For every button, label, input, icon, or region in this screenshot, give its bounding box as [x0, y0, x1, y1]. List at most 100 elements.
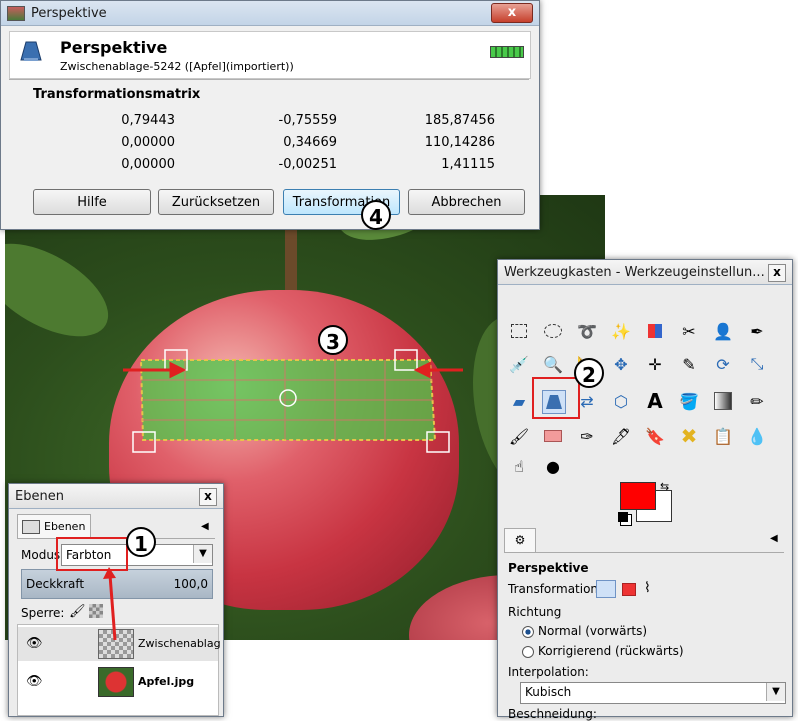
- mode-label: Modus: [21, 548, 61, 562]
- direction-corrective-radio[interactable]: [522, 646, 534, 658]
- shear-icon[interactable]: ▰: [508, 390, 530, 412]
- annotation-marker-4: 4: [361, 200, 391, 230]
- zoom-icon[interactable]: 🔍: [542, 353, 564, 375]
- matrix-cell: 0,00000: [121, 135, 175, 150]
- annotation-marker-3: 3: [318, 325, 348, 355]
- direction-normal-radio[interactable]: [522, 626, 534, 638]
- perspective-clone-icon[interactable]: 📋: [712, 425, 734, 447]
- dialog-heading: Perspektive: [60, 38, 168, 57]
- layers-tab-icon: [22, 520, 40, 534]
- chevron-down-icon: ▼: [766, 683, 785, 701]
- matrix-cell: 1,41115: [441, 157, 495, 172]
- reset-button[interactable]: Zurücksetzen: [158, 189, 274, 215]
- clone-icon[interactable]: 🔖: [644, 425, 666, 447]
- interpolation-label: Interpolation:: [508, 665, 589, 679]
- transformation-matrix: 0,79443 -0,75559 185,87456 0,00000 0,346…: [1, 113, 539, 177]
- ink-icon[interactable]: 🖋: [610, 425, 632, 447]
- matrix-section-title: Transformationsmatrix: [33, 87, 201, 102]
- direction-corrective-label[interactable]: Korrigierend (rückwärts): [538, 644, 684, 658]
- matrix-cell: 0,79443: [121, 113, 175, 128]
- airbrush-icon[interactable]: ✑: [576, 425, 598, 447]
- interpolation-value: Kubisch: [525, 685, 572, 699]
- layer-row[interactable]: 👁 Apfel.jpg: [18, 665, 218, 699]
- highlight-perspective-tool: [532, 377, 580, 419]
- align-icon[interactable]: ✛: [644, 353, 666, 375]
- swap-colors-icon[interactable]: ⇆: [660, 480, 669, 493]
- lock-label: Sperre:: [21, 606, 65, 620]
- pencil-icon[interactable]: ✏: [746, 390, 768, 412]
- panel-menu-icon[interactable]: ◀: [770, 533, 778, 544]
- layers-tab[interactable]: Ebenen: [17, 514, 91, 539]
- annotation-marker-2: 2: [574, 358, 604, 388]
- close-button[interactable]: x: [491, 3, 533, 23]
- matrix-cell: 0,00000: [121, 157, 175, 172]
- rotate-icon[interactable]: ⟳: [712, 353, 734, 375]
- default-colors-icon[interactable]: [618, 512, 628, 522]
- clipping-label: Beschneidung:: [508, 707, 597, 721]
- toolbox-titlebar[interactable]: Werkzeugkasten - Werkzeugeinstellun...: [498, 260, 792, 285]
- heal-icon[interactable]: ✖: [678, 424, 700, 448]
- interpolation-select[interactable]: Kubisch ▼: [520, 682, 786, 704]
- visibility-eye-icon[interactable]: 👁: [26, 636, 43, 651]
- scale-icon[interactable]: ⤡: [746, 353, 768, 375]
- lock-pixels-icon[interactable]: 🖌: [69, 604, 86, 619]
- cage-icon[interactable]: ⬡: [610, 390, 632, 412]
- text-icon[interactable]: A: [644, 389, 666, 413]
- layer-name: Apfel.jpg: [138, 675, 195, 688]
- dialog-subtitle: Zwischenablage-5242 ([Apfel](importiert)…: [60, 60, 294, 73]
- window-title: Perspektive: [31, 5, 107, 21]
- annotation-arrow: [103, 567, 117, 641]
- layers-panel-menu-icon[interactable]: ◀: [201, 521, 209, 532]
- toolbox-close-button[interactable]: x: [768, 264, 786, 282]
- ellipse-select-icon[interactable]: [542, 320, 564, 342]
- matrix-cell: -0,00251: [278, 157, 337, 172]
- layer-name: Zwischenablag: [138, 637, 221, 650]
- foreground-select-icon[interactable]: 👤: [712, 320, 734, 342]
- crop-icon[interactable]: ✎: [678, 353, 700, 375]
- perspective-dialog: Perspektive x Perspektive Zwischenablage…: [0, 0, 540, 230]
- layers-title: Ebenen: [15, 488, 64, 504]
- visibility-eye-icon[interactable]: 👁: [26, 674, 43, 689]
- dialog-header: Perspektive Zwischenablage-5242 ([Apfel]…: [9, 31, 531, 79]
- matrix-cell: 185,87456: [424, 113, 495, 128]
- color-select-icon[interactable]: [644, 320, 666, 342]
- help-button[interactable]: Hilfe: [33, 189, 151, 215]
- matrix-cell: 0,34669: [283, 135, 337, 150]
- dodge-burn-icon[interactable]: ●: [542, 455, 564, 477]
- paintbrush-icon[interactable]: 🖌: [508, 425, 530, 447]
- blur-icon[interactable]: 💧: [746, 425, 768, 447]
- layers-tab-label: Ebenen: [44, 520, 86, 533]
- transformation-label: Transformation:: [508, 582, 603, 596]
- color-picker-icon[interactable]: 💉: [508, 353, 530, 375]
- eraser-icon[interactable]: [542, 425, 564, 447]
- direction-label: Richtung: [508, 605, 562, 619]
- perspective-dialog-titlebar[interactable]: Perspektive: [1, 1, 539, 26]
- fuzzy-select-icon[interactable]: ✨: [610, 320, 632, 342]
- toolbox-window: Werkzeugkasten - Werkzeugeinstellun... x…: [497, 259, 793, 721]
- transform-layer-icon[interactable]: [596, 580, 616, 598]
- options-title: Perspektive: [508, 561, 589, 575]
- cancel-button[interactable]: Abbrechen: [408, 189, 525, 215]
- transform-path-icon[interactable]: ⌇: [644, 580, 651, 596]
- move-icon[interactable]: ✥: [610, 353, 632, 375]
- opacity-value: 100,0: [173, 577, 208, 591]
- annotation-marker-1: 1: [126, 527, 156, 557]
- layers-close-button[interactable]: x: [199, 488, 217, 506]
- transform-selection-icon[interactable]: [622, 583, 636, 596]
- layers-titlebar[interactable]: Ebenen: [9, 484, 223, 509]
- bucket-fill-icon[interactable]: 🪣: [678, 390, 700, 412]
- lasso-icon[interactable]: ➰: [576, 320, 598, 342]
- foreground-color-swatch[interactable]: [620, 482, 656, 510]
- toolbox-title: Werkzeugkasten - Werkzeugeinstellun...: [504, 264, 765, 280]
- smudge-icon[interactable]: ☝: [508, 455, 530, 477]
- matrix-cell: 110,14286: [424, 135, 495, 150]
- paths-icon[interactable]: ✒: [746, 320, 768, 342]
- tool-options-tab[interactable]: ⚙: [504, 528, 536, 553]
- matrix-cell: -0,75559: [278, 113, 337, 128]
- direction-normal-label[interactable]: Normal (vorwärts): [538, 624, 647, 638]
- rect-select-icon[interactable]: [508, 320, 530, 342]
- gimp-app-icon: [7, 5, 25, 21]
- image-preview-thumbnail: [490, 46, 524, 58]
- gradient-icon[interactable]: [712, 390, 734, 412]
- scissors-icon[interactable]: ✂: [678, 320, 700, 342]
